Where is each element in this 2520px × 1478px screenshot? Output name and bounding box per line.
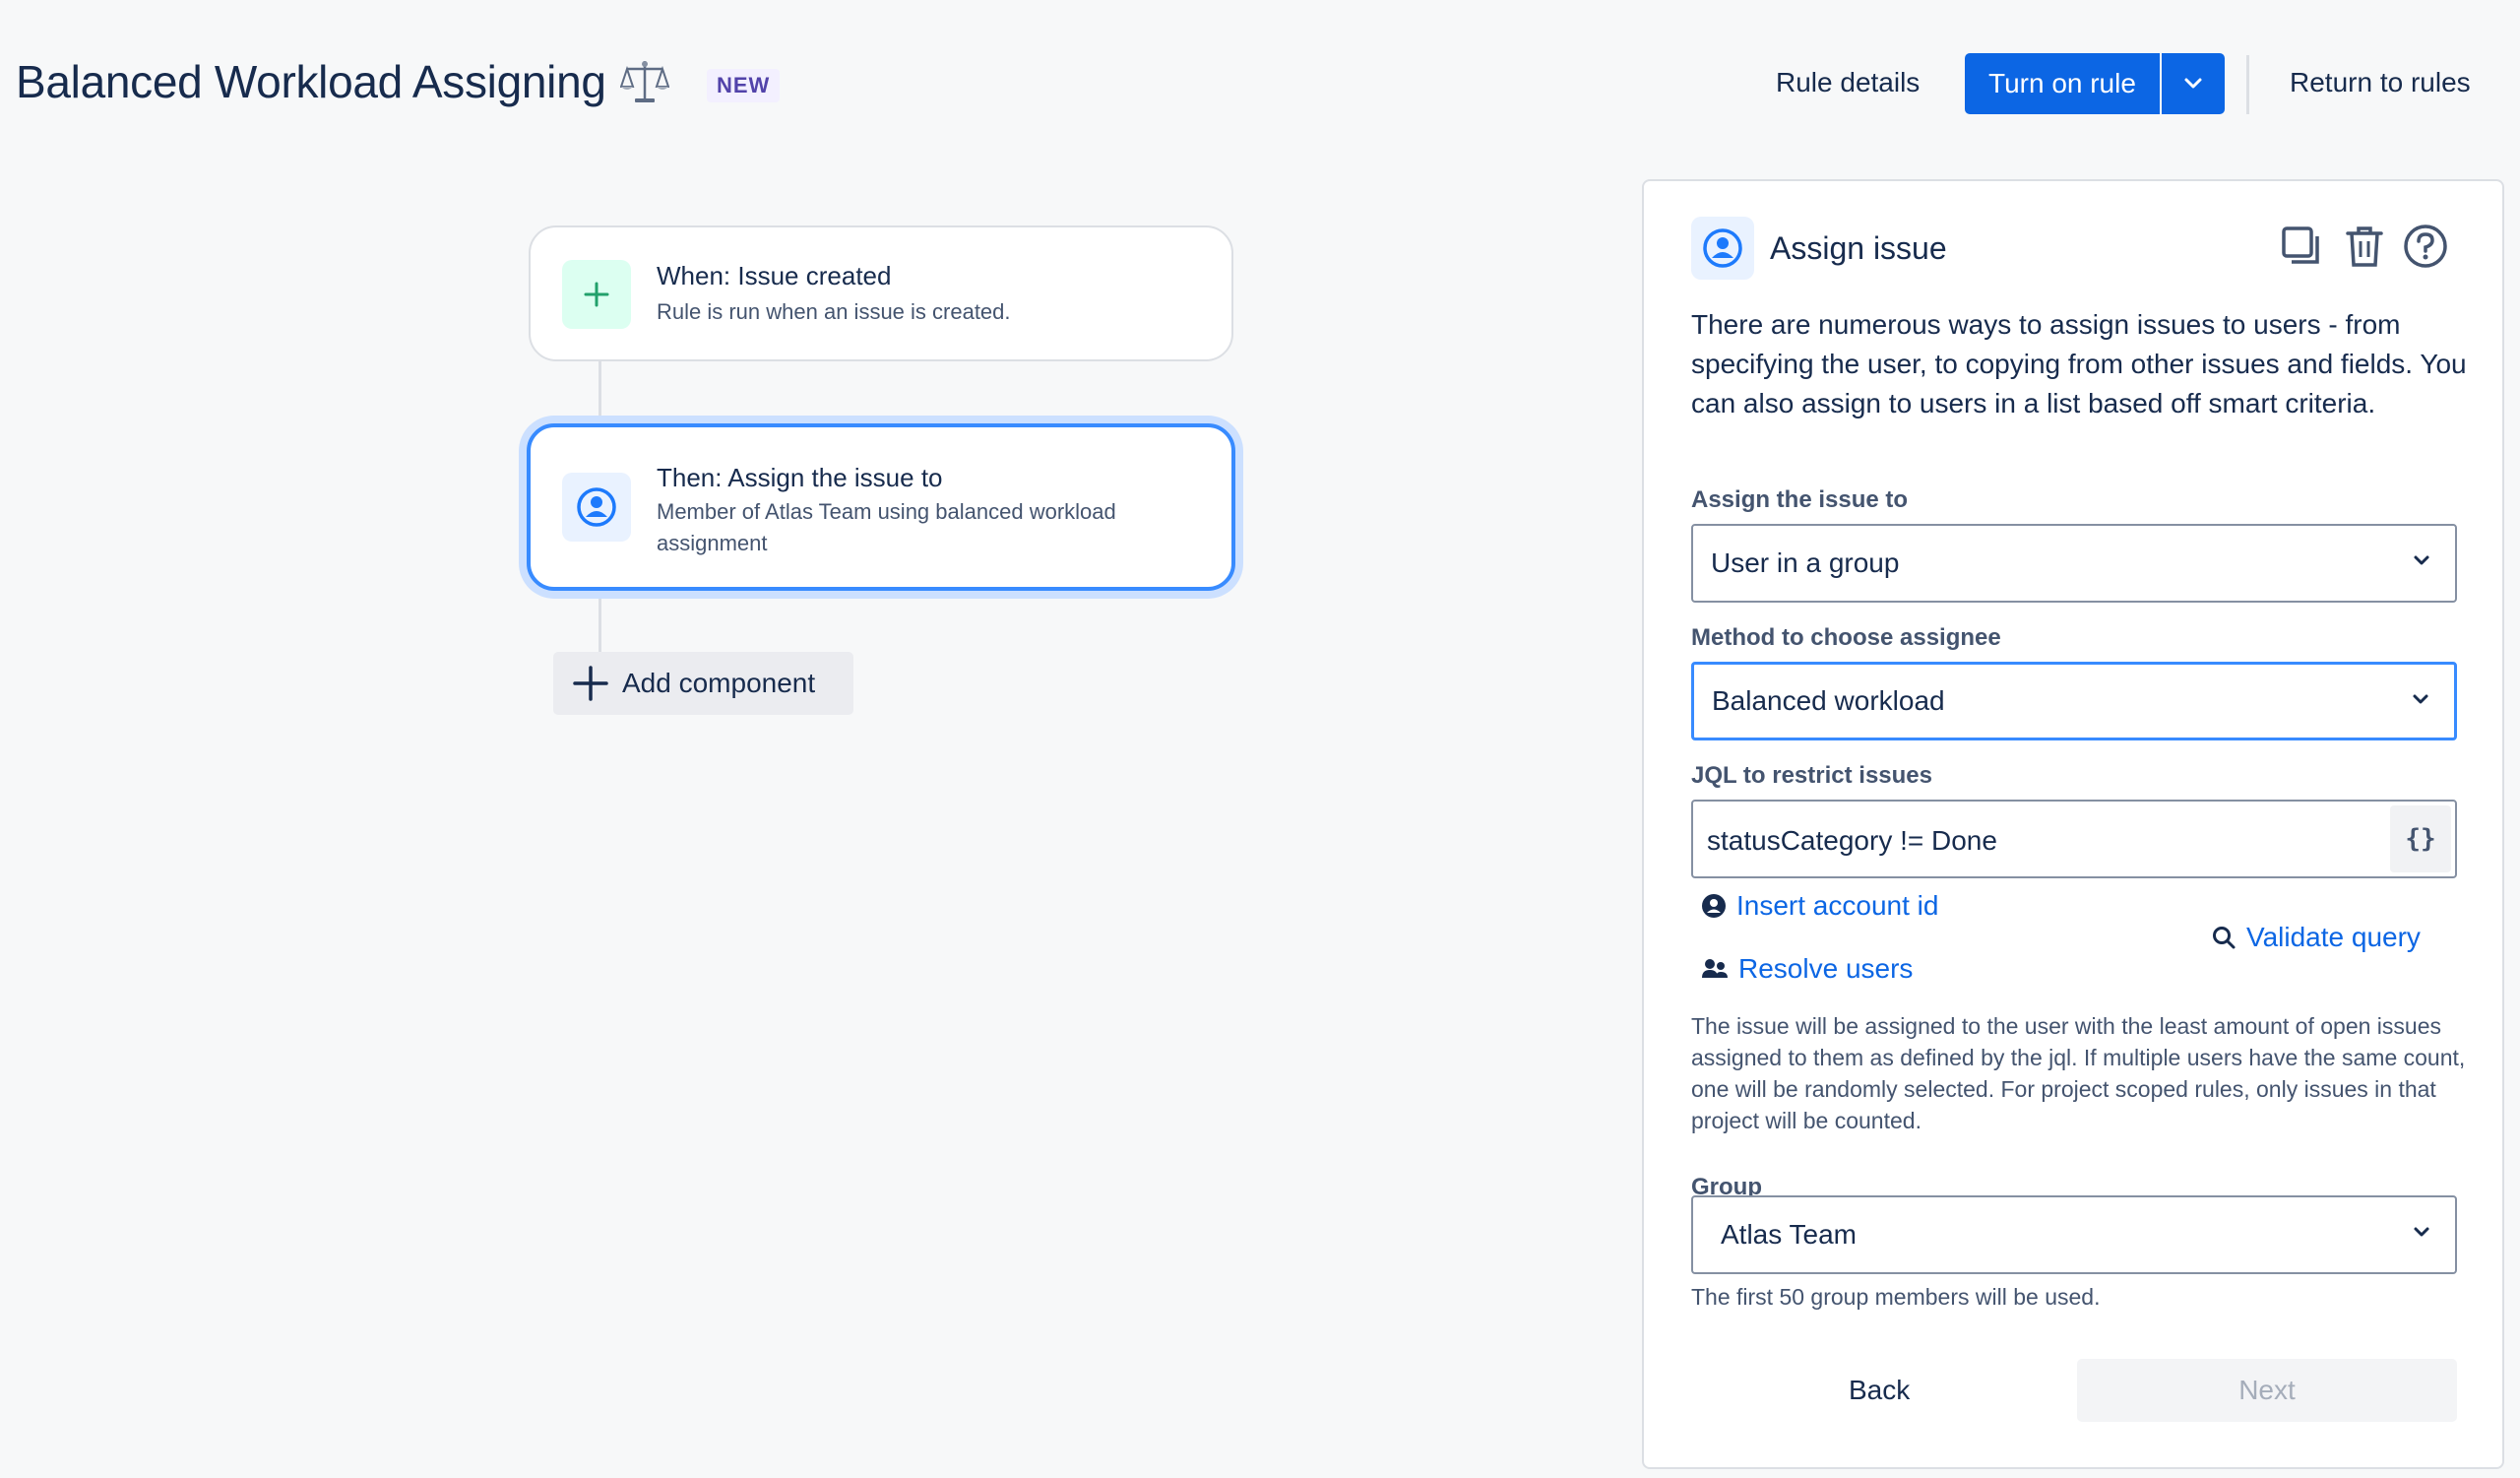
duplicate-button[interactable] [2276,221,2327,272]
page-title: Balanced Workload Assigning [16,55,669,108]
rule-details-button[interactable]: Rule details [1776,67,1920,98]
chevron-down-icon [2184,78,2202,89]
balanced-workload-help: The issue will be assigned to the user w… [1691,1013,2466,1133]
flow-connector [598,361,601,423]
user-avatar-icon [1703,228,1742,268]
action-card[interactable]: Then: Assign the issue to Member of Atla… [527,423,1235,591]
method-label: Method to choose assignee [1691,624,2001,651]
turn-on-rule-button[interactable]: Turn on rule [1965,53,2160,114]
insert-account-id-label: Insert account id [1736,890,1939,921]
trash-icon [2346,226,2383,267]
validate-query-link[interactable]: Validate query [2211,922,2421,953]
resolve-users-label: Resolve users [1738,953,1914,984]
delete-button[interactable] [2339,221,2390,272]
method-value: Balanced workload [1712,685,1945,716]
assign-issue-panel: Assign issue There are numerous ways to … [1642,179,2504,1469]
help-button[interactable] [2400,221,2451,272]
action-subtitle: Member of Atlas Team using balanced work… [657,499,1116,555]
copy-icon [2282,226,2319,264]
header: Balanced Workload Assigning NEW Rule det… [0,0,2520,167]
jql-label: JQL to restrict issues [1691,762,1932,789]
flow-connector [598,599,601,654]
page-title-text: Balanced Workload Assigning [16,56,606,107]
question-icon [2404,225,2447,268]
method-select[interactable]: Balanced workload [1691,662,2457,740]
jql-value: statusCategory != Done [1707,825,1997,856]
next-button[interactable]: Next [2077,1359,2457,1422]
validate-query-label: Validate query [2246,922,2421,952]
new-badge: NEW [707,69,781,102]
turn-on-rule-dropdown-button[interactable] [2161,53,2225,114]
action-icon-box [562,473,631,542]
jql-input[interactable]: statusCategory != Done {} [1691,800,2457,878]
panel-description: There are numerous ways to assign issues… [1691,309,2467,418]
insert-account-id-link[interactable]: Insert account id [1701,890,1938,922]
return-to-rules-button[interactable]: Return to rules [2290,67,2471,98]
search-icon [2213,927,2236,949]
plus-icon [573,666,608,701]
group-value: Atlas Team [1721,1219,1857,1250]
trigger-subtitle: Rule is run when an issue is created. [657,299,1011,324]
assign-to-value: User in a group [1711,547,1900,578]
assign-to-select[interactable]: User in a group [1691,524,2457,603]
action-title: Then: Assign the issue to [657,463,943,492]
panel-title: Assign issue [1770,230,1947,266]
assign-to-label: Assign the issue to [1691,486,1909,513]
trigger-icon-box [562,260,631,329]
user-avatar-icon [577,487,616,527]
plus-icon [584,282,609,307]
trigger-title: When: Issue created [657,261,892,290]
group-note: The first 50 group members will be used. [1691,1284,2101,1310]
chevron-down-icon [2413,694,2428,704]
back-button[interactable]: Back [1849,1375,1910,1406]
turn-on-rule-group: Turn on rule [1965,53,2225,114]
smart-values-button[interactable]: {} [2390,805,2451,872]
header-divider [2246,55,2249,114]
chevron-down-icon [2414,1227,2429,1237]
add-component-button[interactable]: Add component [553,652,853,715]
user-circle-icon [1702,894,1726,918]
trigger-card[interactable]: When: Issue created Rule is run when an … [529,225,1233,361]
group-select[interactable]: Atlas Team [1691,1195,2457,1274]
chevron-down-icon [2414,555,2429,565]
panel-icon-box [1691,217,1754,280]
resolve-users-link[interactable]: Resolve users [1701,953,1913,985]
add-component-label: Add component [622,668,816,698]
scales-icon [619,61,669,102]
people-icon [1702,959,1728,978]
